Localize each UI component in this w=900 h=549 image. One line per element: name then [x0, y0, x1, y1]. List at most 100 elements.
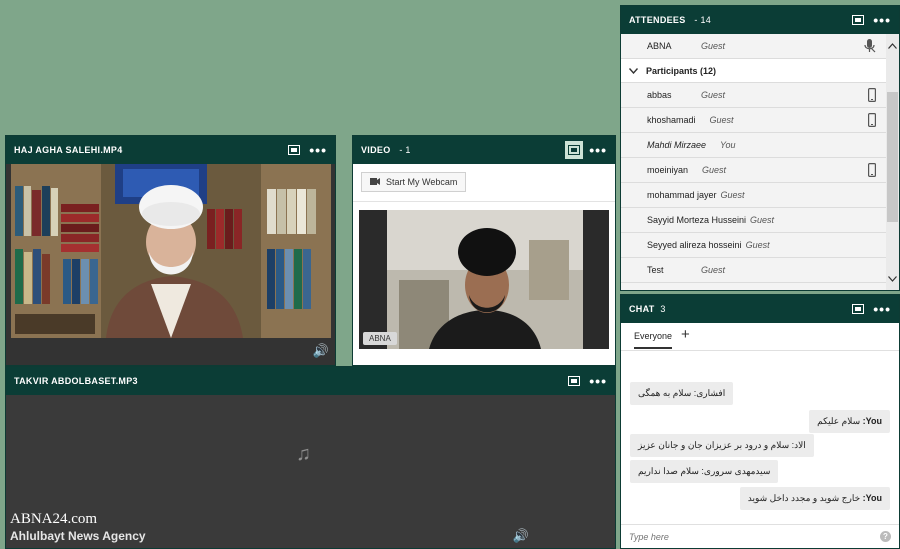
- speaker-video-header: HAJ AGHA SALEHI.MP4 •••: [6, 136, 335, 164]
- attendee-row[interactable]: khoshamadi Guest: [621, 108, 886, 133]
- webcam-video-body: Start My Webcam ABNA: [353, 164, 615, 365]
- watermark: ABNA24.com Ahlulbayt News Agency: [10, 511, 146, 543]
- chat-count: 3: [660, 304, 666, 314]
- attendee-name: khoshamadi: [647, 115, 696, 125]
- chat-message-sender: You:: [862, 416, 882, 426]
- chat-message: افشاری: سلام به همگی: [630, 382, 734, 405]
- attendee-role: Guest: [720, 190, 745, 200]
- chat-message-sender: You:: [862, 493, 882, 503]
- mobile-icon: [868, 88, 877, 104]
- scroll-down-icon[interactable]: [888, 269, 897, 287]
- chat-message-own: You: خارج شوید و مجدد داخل شوید: [739, 487, 890, 510]
- chat-messages: افشاری: سلام به همگی You: سلام علیکم الا…: [621, 352, 899, 524]
- chat-message: سیدمهدی سروری: سلام صدا نداریم: [630, 460, 779, 483]
- chat-message-text: سلام علیکم: [817, 416, 861, 426]
- attendee-list: ABNA Guest Participants (12) abbas Guest…: [621, 34, 886, 283]
- start-webcam-button[interactable]: Start My Webcam: [361, 172, 467, 192]
- attendee-role: Guest: [701, 265, 726, 275]
- camera-icon: [370, 177, 380, 187]
- mobile-icon: [868, 113, 877, 129]
- speaker-video-frame[interactable]: 🔊: [6, 164, 335, 365]
- speaker-video-image: [11, 164, 331, 338]
- mic-muted-icon[interactable]: [864, 39, 876, 55]
- webcam-stream-image: [387, 210, 583, 349]
- mobile-icon: [868, 163, 877, 179]
- speaker-video-title: HAJ AGHA SALEHI.MP4: [14, 145, 123, 155]
- fullscreen-icon[interactable]: [285, 141, 303, 159]
- more-options-icon[interactable]: •••: [589, 143, 607, 157]
- chat-title: CHAT: [629, 304, 655, 314]
- attendee-role: Guest: [701, 41, 726, 51]
- chevron-down-icon[interactable]: [628, 66, 639, 76]
- watermark-agency: Ahlulbayt News Agency: [10, 529, 146, 543]
- add-tab-button[interactable]: +: [681, 326, 690, 343]
- fullscreen-icon[interactable]: [849, 11, 867, 29]
- chat-message-text: افشاری: سلام به همگی: [638, 388, 726, 398]
- attendee-name: mohammad jayer: [647, 190, 717, 200]
- fullscreen-icon[interactable]: [565, 372, 583, 390]
- audio-file-title: TAKVIR ABDOLBASET.MP3: [14, 376, 138, 386]
- attendees-pod: ATTENDEES - 14 ••• ABNA Guest Participan…: [620, 5, 900, 291]
- attendee-name: Sayyid Morteza Husseini: [647, 215, 747, 225]
- volume-icon[interactable]: 🔊: [313, 343, 329, 359]
- stream-name-tag: ABNA: [363, 332, 397, 345]
- speaker-video-pod: HAJ AGHA SALEHI.MP4 ••• 🔊: [5, 135, 336, 366]
- help-icon[interactable]: ?: [880, 531, 891, 542]
- fullscreen-icon[interactable]: [849, 300, 867, 318]
- webcam-video-header: VIDEO - 1 •••: [353, 136, 615, 164]
- chat-message-text: الاد: سلام و درود بر عزیزان جان و جانان …: [638, 440, 806, 450]
- chat-message: الاد: سلام و درود بر عزیزان جان و جانان …: [630, 434, 814, 457]
- tab-everyone[interactable]: Everyone: [634, 331, 673, 349]
- chat-input-bar: ?: [621, 524, 899, 548]
- attendee-row[interactable]: abbas Guest: [621, 83, 886, 108]
- chat-input[interactable]: [629, 529, 869, 545]
- attendees-scrollbar[interactable]: [886, 34, 899, 290]
- attendees-count: - 14: [694, 15, 712, 25]
- scroll-thumb[interactable]: [887, 92, 898, 222]
- attendee-name: abbas: [647, 90, 672, 100]
- webcam-video-title: VIDEO: [361, 145, 391, 155]
- attendee-role: Guest: [745, 240, 770, 250]
- attendee-name: ABNA: [647, 41, 672, 51]
- watermark-brand: ABNA24.com: [10, 511, 98, 527]
- attendee-role: Guest: [702, 165, 727, 175]
- tab-everyone-label: Everyone: [634, 331, 673, 341]
- attendee-row[interactable]: Test Guest: [621, 258, 886, 283]
- attendee-name: moeiniyan: [647, 165, 689, 175]
- chat-message-text: سیدمهدی سروری: سلام صدا نداریم: [638, 466, 771, 476]
- scroll-up-icon[interactable]: [888, 36, 897, 54]
- chat-header: CHAT 3 •••: [621, 295, 899, 323]
- more-options-icon[interactable]: •••: [873, 13, 891, 27]
- more-options-icon[interactable]: •••: [309, 143, 327, 157]
- attendee-role: Guest: [750, 215, 775, 225]
- divider: [353, 201, 615, 202]
- attendee-row-self[interactable]: Mahdi Mirzaee You: [621, 133, 886, 158]
- attendee-row[interactable]: Sayyid Morteza Husseini Guest: [621, 208, 886, 233]
- more-options-icon[interactable]: •••: [873, 302, 891, 316]
- volume-icon[interactable]: 🔊: [513, 528, 529, 544]
- participants-group-label: Participants (12): [646, 65, 717, 76]
- attendees-header: ATTENDEES - 14 •••: [621, 6, 899, 34]
- music-note-icon: ♫: [296, 443, 311, 465]
- attendee-role: You: [720, 140, 736, 150]
- audio-file-header: TAKVIR ABDOLBASET.MP3 •••: [6, 367, 615, 395]
- chat-tabs: Everyone +: [621, 323, 899, 351]
- attendee-name: Mahdi Mirzaee: [647, 140, 707, 150]
- webcam-stream-frame[interactable]: ABNA: [359, 210, 609, 349]
- webcam-video-count: - 1: [399, 145, 411, 155]
- more-options-icon[interactable]: •••: [589, 374, 607, 388]
- chat-message-own: You: سلام علیکم: [809, 410, 890, 433]
- attendee-name: Test: [647, 265, 664, 275]
- chat-pod: CHAT 3 ••• Everyone + افشاری: سلام به هم…: [620, 294, 900, 549]
- attendee-row[interactable]: moeiniyan Guest: [621, 158, 886, 183]
- start-webcam-label: Start My Webcam: [386, 177, 458, 187]
- attendee-row[interactable]: mohammad jayer Guest: [621, 183, 886, 208]
- chat-message-text: خارج شوید و مجدد داخل شوید: [747, 493, 861, 503]
- webcam-video-pod: VIDEO - 1 ••• Start My Webcam ABNA: [352, 135, 616, 366]
- fullscreen-icon[interactable]: [565, 141, 584, 159]
- attendee-name: Seyyed alireza hosseini: [647, 240, 742, 250]
- participants-group-header[interactable]: Participants (12): [621, 59, 886, 83]
- attendee-row[interactable]: Seyyed alireza hosseini Guest: [621, 233, 886, 258]
- attendees-title: ATTENDEES: [629, 15, 686, 25]
- attendee-row-host[interactable]: ABNA Guest: [621, 34, 886, 59]
